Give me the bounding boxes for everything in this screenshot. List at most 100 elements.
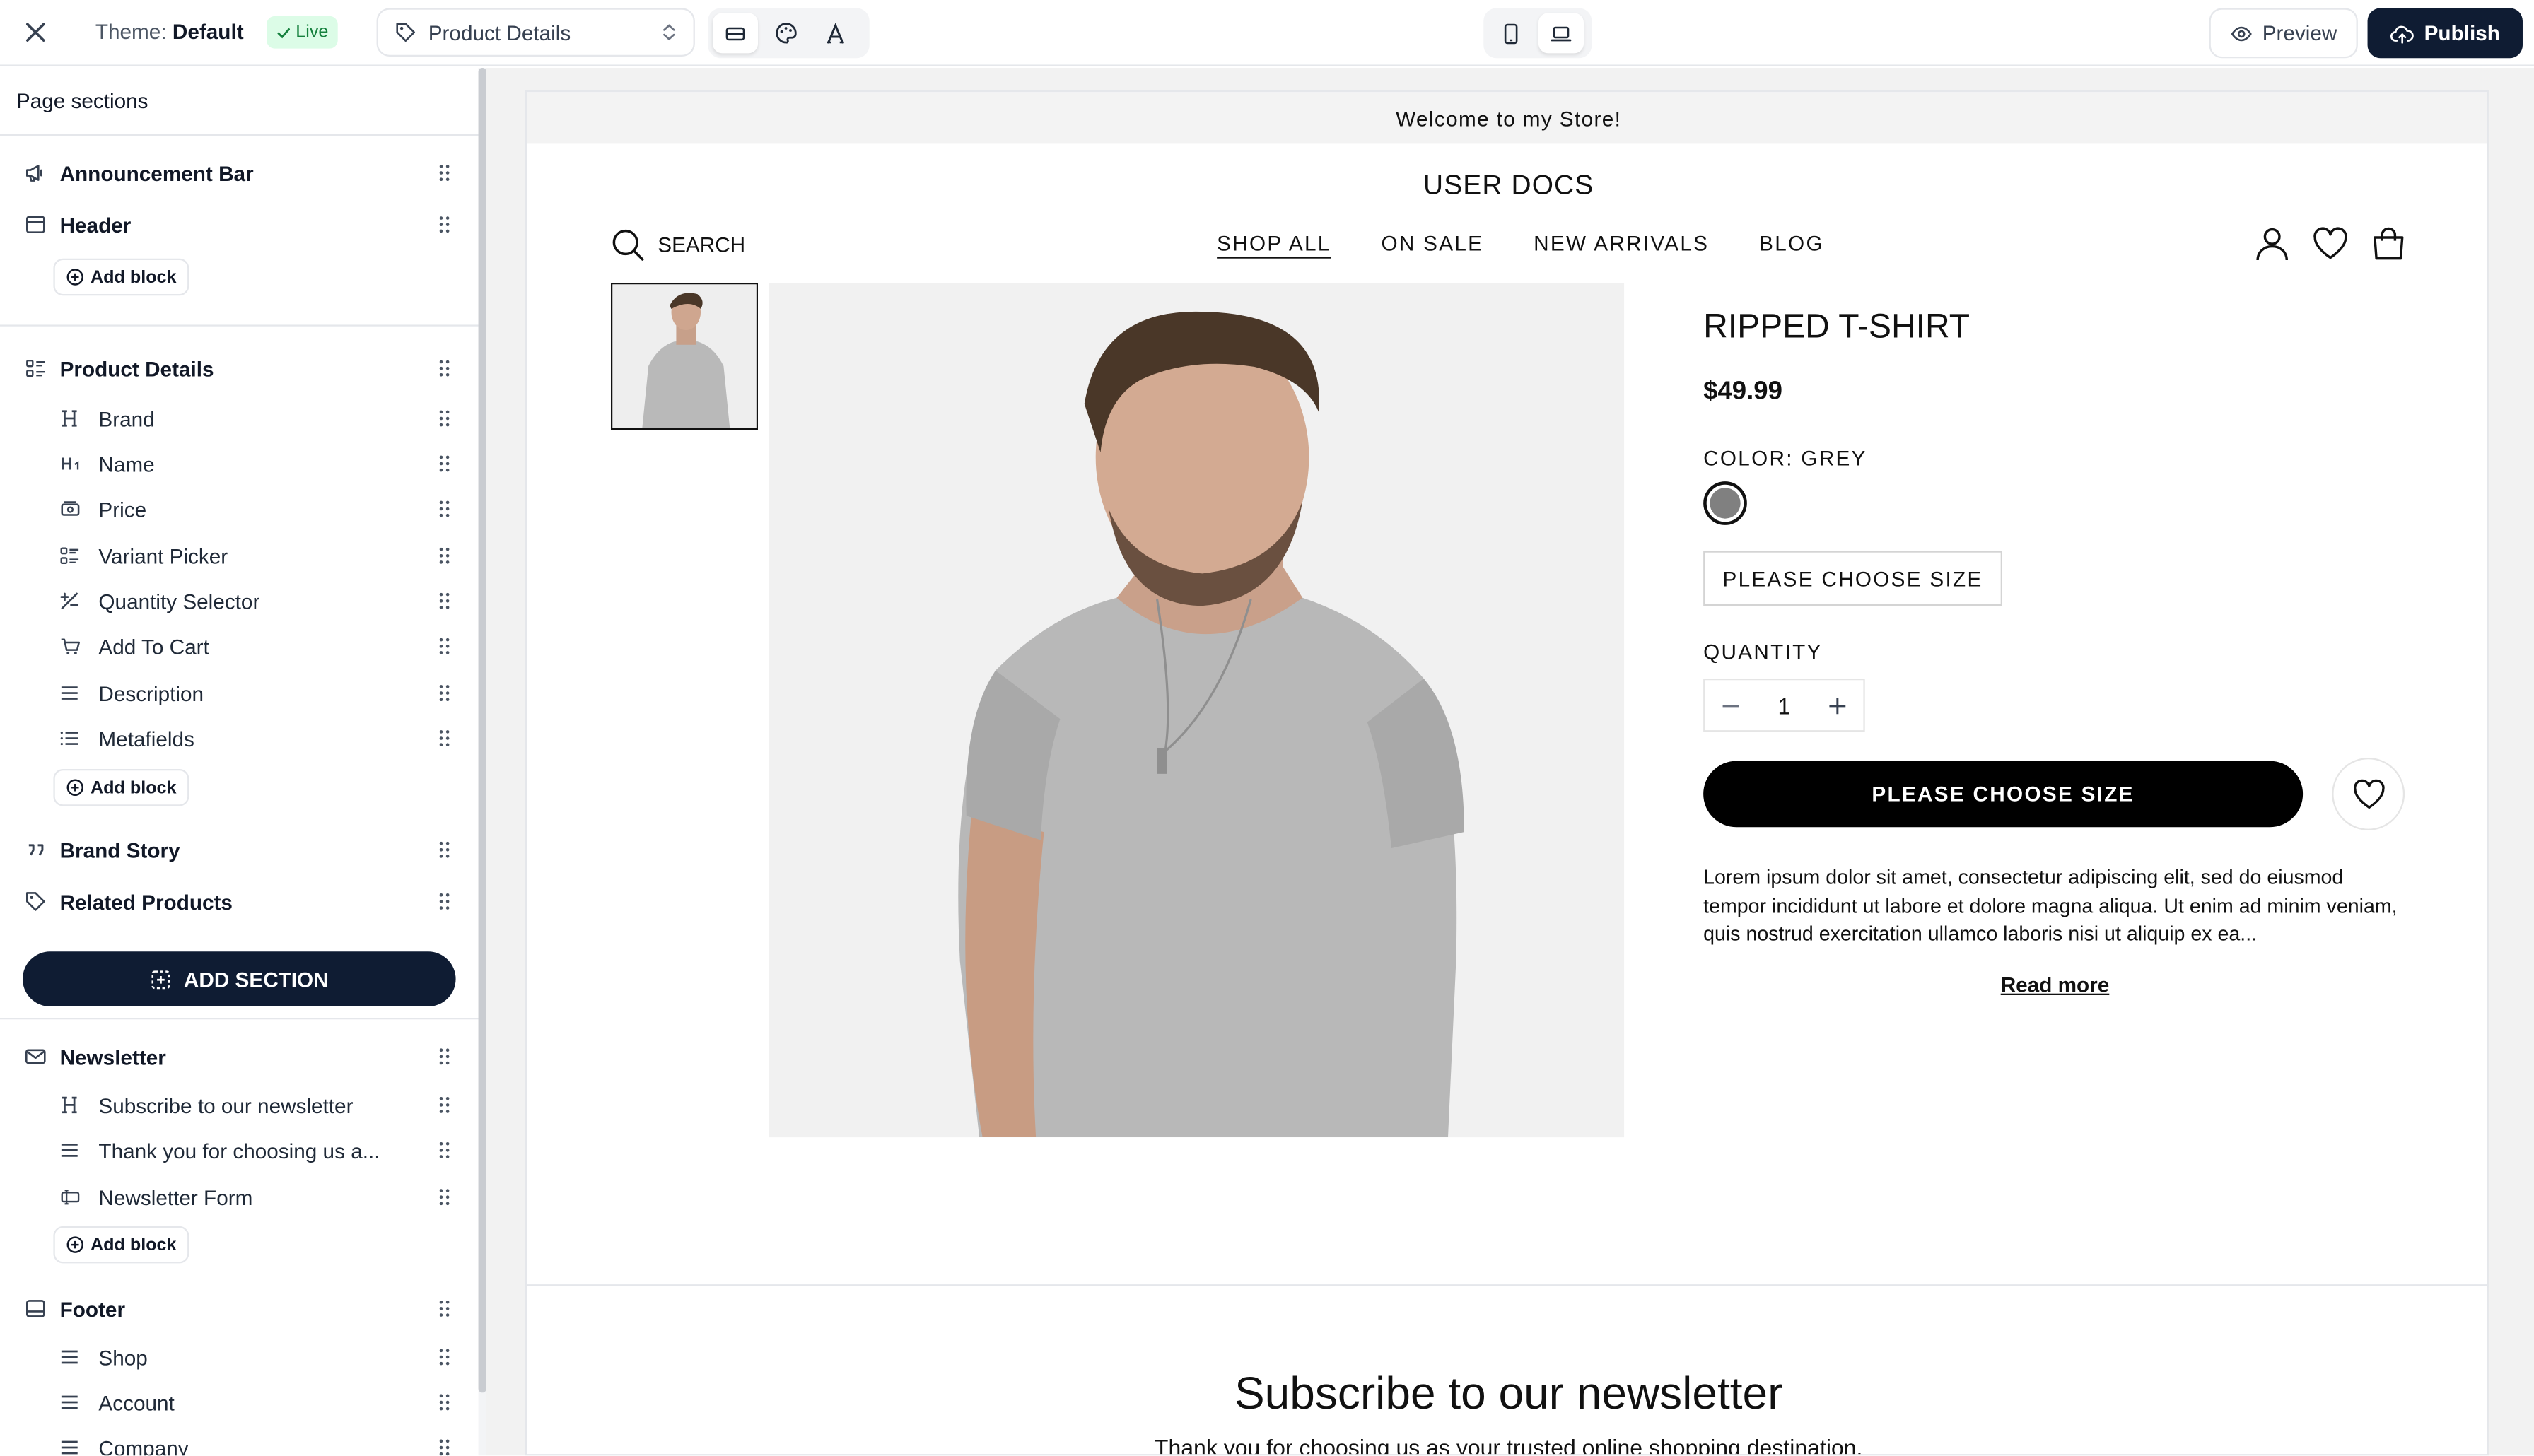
cloud-upload-icon [2390,25,2414,43]
drag-handle-icon[interactable] [436,498,452,520]
add-block-button[interactable]: Add block [53,1226,189,1264]
add-block-button[interactable]: Add block [53,768,189,806]
block-newsletter-form[interactable]: Newsletter Form [0,1175,479,1220]
drag-handle-icon[interactable] [436,1346,452,1368]
close-icon[interactable] [21,18,50,47]
drag-handle-icon[interactable] [436,589,452,612]
block-variant-picker[interactable]: Variant Picker [0,533,479,578]
section-footer[interactable]: Footer [0,1286,479,1331]
colors-mode-button[interactable] [763,13,808,53]
drag-handle-icon[interactable] [436,452,452,475]
block-metafields[interactable]: Metafields [0,716,479,761]
add-to-wishlist-button[interactable] [2332,757,2405,830]
size-picker-button[interactable]: PLEASE CHOOSE SIZE [1703,551,2002,606]
drag-handle-icon[interactable] [436,890,452,912]
block-brand[interactable]: Brand [0,396,479,441]
add-block-button[interactable]: Add block [53,258,189,296]
block-label: Brand [98,406,155,431]
cart-icon [58,635,81,657]
nav-new-arrivals[interactable]: NEW ARRIVALS [1534,231,1709,255]
drag-handle-icon[interactable] [436,635,452,657]
text-lines-icon [58,1139,81,1161]
layout-icon [725,26,745,40]
footer-layout-icon [24,1297,47,1320]
drag-handle-icon[interactable] [436,407,452,430]
read-more-link[interactable]: Read more [2001,973,2110,997]
nav-on-sale[interactable]: ON SALE [1381,231,1483,255]
block-newsletter-text[interactable]: Thank you for choosing us a... [0,1127,479,1173]
block-footer-shop[interactable]: Shop [0,1334,479,1380]
swatch-fill [1710,488,1741,519]
section-announcement-bar[interactable]: Announcement Bar [0,151,479,196]
drag-handle-icon[interactable] [436,682,452,705]
section-product-details[interactable]: Product Details [0,346,479,391]
drag-handle-icon[interactable] [436,1093,452,1116]
account-icon[interactable] [2253,225,2291,264]
color-swatch-grey[interactable] [1703,481,1747,525]
search-label: SEARCH [658,233,746,257]
sidebar-scrollbar-thumb[interactable] [478,67,486,1393]
drag-handle-icon[interactable] [436,1186,452,1209]
add-to-cart-label: PLEASE CHOOSE SIZE [1872,782,2135,806]
mobile-view-button[interactable] [1488,13,1534,53]
plus-icon[interactable] [1828,695,1847,715]
sections-mode-button[interactable] [712,13,758,54]
drag-handle-icon[interactable] [436,1139,452,1161]
drag-handle-icon[interactable] [436,1045,452,1068]
section-newsletter[interactable]: Newsletter [0,1034,479,1079]
section-related-products[interactable]: Related Products [0,879,479,924]
drag-handle-icon[interactable] [436,838,452,861]
wishlist-icon[interactable] [2311,225,2350,264]
device-toggle-group [1483,8,1592,59]
drag-handle-icon[interactable] [436,162,452,184]
divider [0,1017,479,1020]
block-footer-account[interactable]: Account [0,1380,479,1425]
nav-blog[interactable]: BLOG [1759,231,1824,255]
product-description: Lorem ipsum dolor sit amet, consectetur … [1703,866,2398,946]
section-label: Newsletter [59,1044,166,1069]
layout-icon [24,213,47,236]
quantity-label: QUANTITY [1703,640,1823,664]
drag-handle-icon[interactable] [436,1391,452,1414]
block-label: Subscribe to our newsletter [98,1093,354,1117]
block-price[interactable]: Price [0,486,479,532]
block-add-to-cart[interactable]: Add To Cart [0,623,479,669]
block-description[interactable]: Description [0,671,479,716]
drag-handle-icon[interactable] [436,1436,452,1456]
template-select[interactable]: Product Details [376,8,695,57]
announcement-bar[interactable]: Welcome to my Store! [527,92,2487,144]
section-label: Announcement Bar [59,160,254,185]
section-header[interactable]: Header [0,202,479,247]
section-brand-story[interactable]: Brand Story [0,827,479,872]
drag-handle-icon[interactable] [436,1297,452,1320]
block-quantity-selector[interactable]: Quantity Selector [0,578,479,623]
block-footer-company[interactable]: Company [0,1425,479,1456]
store-logo[interactable]: USER DOCS [527,170,2487,202]
preview-label: Preview [2262,20,2337,45]
block-name[interactable]: Name [0,441,479,486]
add-to-cart-button[interactable]: PLEASE CHOOSE SIZE [1703,761,2304,828]
bag-icon[interactable] [2369,225,2408,264]
product-thumbnail[interactable] [610,282,758,430]
section-divider [527,1284,2487,1286]
product-main-image[interactable] [769,282,1625,1138]
desktop-view-button[interactable] [1538,13,1584,54]
drag-handle-icon[interactable] [436,727,452,750]
typography-mode-button[interactable] [813,13,858,53]
nav-shop-all[interactable]: SHOP ALL [1217,231,1331,255]
page-sections-panel: Page sections Announcement Bar Header Ad… [0,67,479,1456]
text-lines-icon [58,1391,81,1414]
panel-title: Page sections [16,88,148,113]
chevron-up-down-icon [663,24,675,41]
add-section-button[interactable]: ADD SECTION [22,951,456,1006]
quantity-value[interactable]: 1 [1777,692,1790,718]
search-button[interactable]: SEARCH [611,228,745,262]
minus-icon[interactable] [1721,695,1740,715]
drag-handle-icon[interactable] [436,213,452,236]
publish-button[interactable]: Publish [2367,8,2523,59]
block-newsletter-heading[interactable]: Subscribe to our newsletter [0,1082,479,1127]
preview-button[interactable]: Preview [2209,8,2358,59]
section-label: Footer [59,1296,126,1321]
drag-handle-icon[interactable] [436,357,452,380]
drag-handle-icon[interactable] [436,544,452,567]
